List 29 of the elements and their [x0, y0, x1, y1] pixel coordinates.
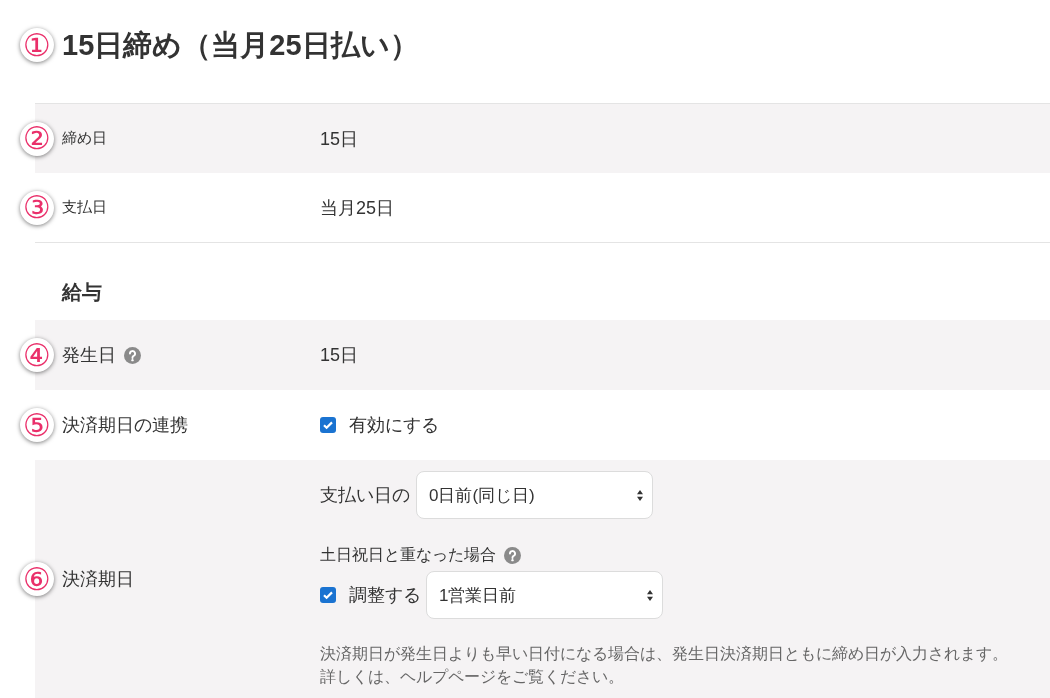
checkbox-label[interactable]: 調整する	[349, 583, 421, 607]
dropdown-select[interactable]: 1営業日前	[426, 571, 663, 619]
step-number-badge: ②	[20, 121, 54, 156]
step-number-badge: ⑤	[20, 408, 54, 442]
help-icon[interactable]	[504, 546, 521, 564]
field-label: 決済期日の連携	[62, 414, 188, 437]
help-icon[interactable]	[124, 346, 141, 364]
step-number-badge: ④	[20, 338, 54, 372]
step-number-badge: ③	[20, 190, 54, 225]
field-label: 発生日	[62, 344, 116, 367]
dropdown-select[interactable]: 0日前(同じ日)	[416, 471, 653, 519]
field-label: 支払日	[62, 198, 107, 217]
up-down-caret-icon	[637, 489, 643, 501]
checkbox[interactable]	[320, 417, 336, 433]
checkbox[interactable]	[320, 587, 336, 603]
step-number-badge: ①	[20, 28, 54, 62]
field-label: 支払い日の	[320, 484, 410, 507]
section-heading: 給与	[62, 280, 102, 305]
help-note: 決済期日が発生日よりも早い日付になる場合は、発生日決済期日ともに締め日が入力されます。 詳しくは、ヘルプページをご覧ください。	[320, 644, 1008, 687]
field-value: 15日	[320, 344, 359, 367]
checkbox-label[interactable]: 有効にする	[349, 413, 439, 437]
field-label: 土日祝日と重なった場合	[320, 545, 496, 565]
field-label: 決済期日	[62, 568, 134, 591]
step-number-badge: ⑥	[20, 562, 54, 596]
up-down-caret-icon	[647, 589, 653, 601]
field-label: 締め日	[62, 129, 107, 148]
field-value: 15日	[320, 127, 359, 151]
field-value: 当月25日	[320, 196, 395, 220]
page-title: 15日締め（当月25日払い）	[62, 28, 419, 63]
